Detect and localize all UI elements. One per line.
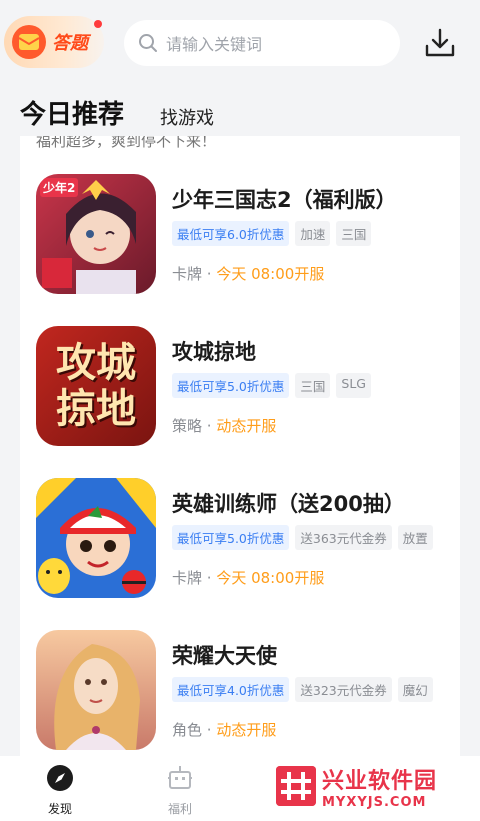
game-title: 少年三国志2（福利版） [172,188,397,212]
tag: 送323元代金券 [295,677,392,702]
game-item[interactable]: 少年2 少年三国志2（福利版） 最低可享6.0折优惠 加速 三国 卡牌 · 今天… [20,174,460,314]
game-category: 策略 [172,417,203,435]
game-meta: 角色 · 动态开服 [172,719,276,740]
watermark-main: 兴业软件园 [322,768,438,794]
game-icon-gongcheng-ludi[interactable]: 攻城掠地 [36,326,156,446]
game-title: 攻城掠地 [172,340,256,364]
game-category: 卡牌 [172,265,203,283]
discount-tag: 最低可享6.0折优惠 [172,221,290,246]
game-icon-badge-text: 少年2 [40,178,79,197]
game-meta: 策略 · 动态开服 [172,415,276,436]
tag: 加速 [295,221,331,246]
tag: SLG [336,373,371,398]
game-title: 荣耀大天使 [172,644,277,668]
compass-icon [47,765,73,791]
gift-robot-icon [168,766,192,789]
tag: 三国 [295,373,331,398]
open-time: 动态开服 [216,721,277,739]
quiz-envelope-icon [12,25,46,59]
watermark-sub: MYXYJS.COM [322,794,427,810]
watermark: 兴业软件园 MYXYJS.COM [276,758,476,814]
game-category: 卡牌 [172,569,203,587]
game-item[interactable]: 攻城掠地 攻城掠地 最低可享5.0折优惠 三国 SLG 策略 · 动态开服 [20,326,460,466]
game-category: 角色 [172,721,203,739]
meta-separator: · [202,417,217,435]
search-icon [139,34,157,52]
search-placeholder: 请输入关键词 [166,35,263,54]
discount-tag: 最低可享4.0折优惠 [172,677,290,702]
quiz-label: 答题 [52,33,88,54]
top-bar: 答题 请输入关键词 [0,0,480,88]
game-icon-rongyao-datianshi[interactable] [36,630,156,750]
tag: 三国 [336,221,372,246]
download-icon[interactable] [423,26,457,60]
quiz-button[interactable]: 答题 [4,16,104,68]
tag-list: 最低可享5.0折优惠 送363元代金券 放置 [172,525,433,550]
discount-tag: 最低可享5.0折优惠 [172,373,290,398]
discount-tag: 最低可享5.0折优惠 [172,525,290,550]
nav-welfare[interactable]: 福利 [150,764,210,817]
game-item[interactable]: 英雄训练师（送200抽） 最低可享5.0折优惠 送363元代金券 放置 卡牌 ·… [20,478,460,618]
meta-separator: · [202,569,217,587]
game-meta: 卡牌 · 今天 08:00开服 [172,567,324,588]
open-time: 今天 08:00开服 [216,265,325,283]
meta-separator: · [202,721,217,739]
game-item[interactable]: 荣耀大天使 最低可享4.0折优惠 送323元代金券 魔幻 角色 · 动态开服 [20,630,460,756]
search-input[interactable]: 请输入关键词 [124,20,400,66]
game-meta: 卡牌 · 今天 08:00开服 [172,263,324,284]
tag: 送363元代金券 [295,525,392,550]
tab-today-recommend[interactable]: 今日推荐 [20,94,124,131]
game-list-card: 福利超多，爽到停不下来！ 少年2 少年三国志2（福利版） 最低可享6.0折优惠 … [20,136,460,756]
notification-dot [94,20,102,28]
tag-list: 最低可享4.0折优惠 送323元代金券 魔幻 [172,677,433,702]
nav-label: 发现 [47,802,72,816]
watermark-logo-icon [276,766,316,806]
open-time: 动态开服 [216,417,277,435]
nav-discover[interactable]: 发现 [30,764,90,817]
game-title: 英雄训练师（送200抽） [172,492,405,516]
tab-bar: 今日推荐 找游戏 [0,88,480,136]
tab-find-games[interactable]: 找游戏 [160,104,214,130]
tag-list: 最低可享5.0折优惠 三国 SLG [172,373,371,398]
nav-label: 福利 [167,802,192,816]
tag-list: 最低可享6.0折优惠 加速 三国 [172,221,372,246]
banner-subtitle: 福利超多，爽到停不下来！ [36,136,217,150]
game-icon-yingxiong-xunlianshi[interactable] [36,478,156,598]
game-icon-shaonian-sanguozhi[interactable]: 少年2 [36,174,156,294]
tag: 魔幻 [397,677,433,702]
meta-separator: · [202,265,217,283]
game-icon-logo-text: 攻城掠地 [56,339,136,432]
open-time: 今天 08:00开服 [216,569,325,587]
tag: 放置 [397,525,433,550]
